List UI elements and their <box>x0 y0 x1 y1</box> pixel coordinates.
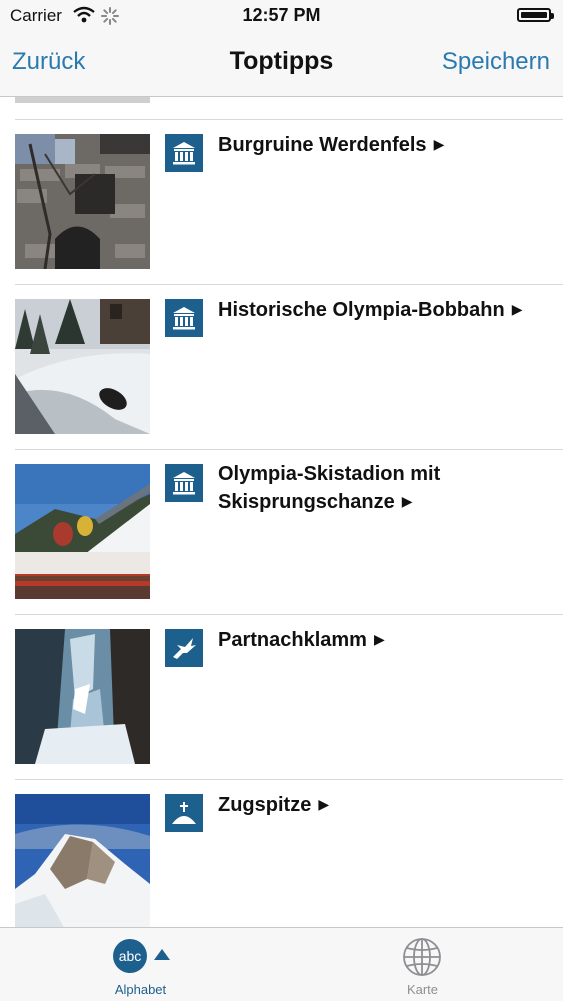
item-photo <box>15 299 150 434</box>
abc-icon: abc <box>113 939 147 973</box>
disclosure-arrow-icon: ▶ <box>318 796 330 812</box>
item-title: Partnachklamm ▶ <box>218 626 551 654</box>
tab-karte-label: Karte <box>406 982 439 997</box>
list-item-zugspitze[interactable]: Zugspitze ▶ <box>0 780 563 927</box>
list-item-burgruine-werdenfels[interactable]: Burgruine Werdenfels ▶ <box>0 120 563 285</box>
battery-icon <box>517 8 554 22</box>
summit-icon <box>165 794 203 832</box>
disclosure-arrow-icon: ▶ <box>433 136 445 152</box>
item-photo <box>15 794 150 927</box>
tab-bar: abc Alphabet Karte <box>0 927 563 1001</box>
status-time: 12:57 PM <box>242 5 321 25</box>
item-title-text: Historische Olympia-Bobbahn <box>218 299 505 321</box>
list-item-partnachklamm[interactable]: Partnachklamm ▶ <box>0 615 563 780</box>
list-item-olympia-skistadion[interactable]: Olympia-Skistadion mit Skisprungschanze ▶ <box>0 450 563 615</box>
item-title: Historische Olympia-Bobbahn ▶ <box>218 296 551 324</box>
item-photo <box>15 464 150 599</box>
tab-alphabet-label: Alphabet <box>114 982 167 997</box>
museum-icon <box>165 134 203 172</box>
sort-ascending-icon <box>154 949 170 960</box>
save-button[interactable]: Speichern <box>442 48 550 76</box>
list-item-olympia-bobbahn[interactable]: Historische Olympia-Bobbahn ▶ <box>0 285 563 450</box>
museum-icon <box>165 464 203 502</box>
disclosure-arrow-icon: ▶ <box>401 493 413 509</box>
item-photo <box>15 629 150 764</box>
previous-item-thumbnail-edge <box>15 97 150 103</box>
tab-alphabet[interactable]: abc Alphabet <box>0 928 281 1001</box>
tab-karte[interactable]: Karte <box>282 928 563 1001</box>
disclosure-arrow-icon: ▶ <box>511 301 523 317</box>
eagle-icon <box>165 629 203 667</box>
item-title-text: Zugspitze <box>218 794 312 816</box>
item-title: Zugspitze ▶ <box>218 791 551 819</box>
item-title: Burgruine Werdenfels ▶ <box>218 131 551 159</box>
status-bar: Carrier 12:57 PM <box>0 0 563 32</box>
item-photo <box>15 134 150 269</box>
item-title: Olympia-Skistadion mit Skisprungschanze ▶ <box>218 461 551 516</box>
navigation-bar: Zurück Toptipps Speichern <box>0 32 563 97</box>
globe-icon <box>403 938 441 976</box>
item-title-text: Partnachklamm <box>218 629 367 651</box>
item-title-text: Burgruine Werdenfels <box>218 134 427 156</box>
toptipps-list[interactable]: Burgruine Werdenfels ▶ Historische Olymp… <box>0 97 563 927</box>
disclosure-arrow-icon: ▶ <box>373 631 385 647</box>
museum-icon <box>165 299 203 337</box>
